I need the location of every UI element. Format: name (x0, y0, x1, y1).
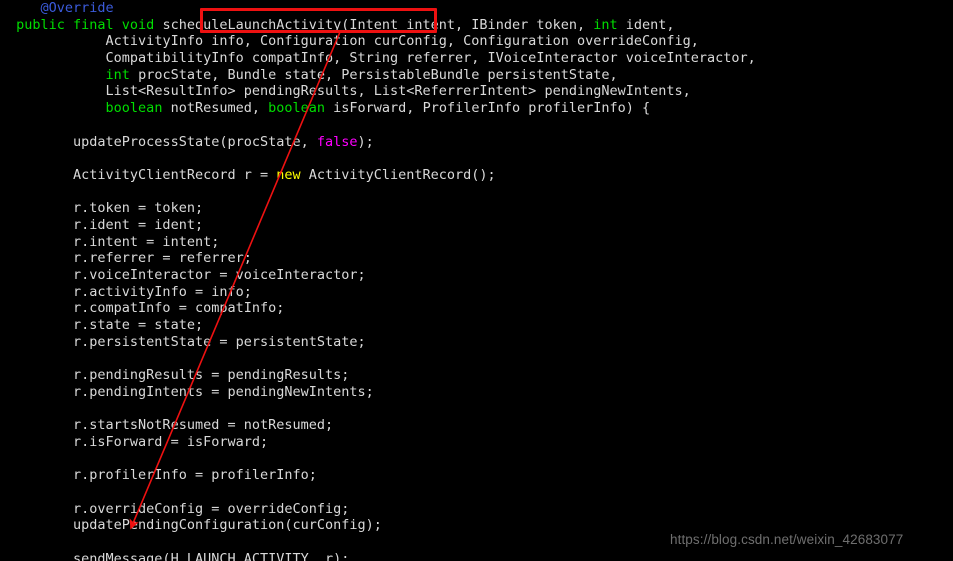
highlight-rectangle-annotation (200, 8, 437, 33)
code-token: notResumed, (162, 100, 269, 117)
code-screenshot: @Override public final void scheduleLaun… (0, 0, 953, 561)
code-token: CompatibilityInfo compatInfo, String ref… (105, 50, 756, 67)
code-token: sendMessage(H.LAUNCH_ACTIVITY, r); (73, 550, 350, 561)
code-token: List<ResultInfo> pendingResults, List<Re… (105, 83, 691, 100)
code-token: boolean (105, 100, 163, 117)
code-token: ident, (617, 16, 675, 33)
code-token: int (105, 66, 130, 83)
code-line: r.referrer = referrer; (0, 250, 953, 267)
code-token: int (593, 16, 618, 33)
code-token: r.isForward = isForward; (73, 433, 269, 450)
code-line: r.state = state; (0, 317, 953, 334)
code-line: int procState, Bundle state, Persistable… (0, 67, 953, 84)
code-token: updateProcessState(procState, (73, 133, 317, 150)
code-line: r.token = token; (0, 200, 953, 217)
code-token: procState, Bundle state, PersistableBund… (129, 66, 618, 83)
code-line: public final void scheduleLaunchActivity… (0, 17, 953, 34)
code-token: ActivityClientRecord(); (300, 166, 496, 183)
code-token: ActivityClientRecord r = (73, 166, 277, 183)
code-token: r.overrideConfig = overrideConfig; (73, 500, 350, 517)
code-token: isForward, ProfilerInfo profilerInfo) { (325, 100, 651, 117)
code-token: r.pendingResults = pendingResults; (73, 367, 350, 384)
code-token: new (276, 166, 301, 183)
code-line: r.pendingResults = pendingResults; (0, 367, 953, 384)
code-token: r.referrer = referrer; (73, 250, 252, 267)
code-token: r.persistentState = persistentState; (73, 333, 366, 350)
code-token: r.state = state; (73, 317, 204, 334)
code-line: r.isForward = isForward; (0, 434, 953, 451)
code-line: r.persistentState = persistentState; (0, 334, 953, 351)
code-line: @Override (0, 0, 953, 17)
code-line: CompatibilityInfo compatInfo, String ref… (0, 50, 953, 67)
code-line: ActivityClientRecord r = new ActivityCli… (0, 167, 953, 184)
code-line: sendMessage(H.LAUNCH_ACTIVITY, r); (0, 551, 953, 561)
code-token: updatePendingConfiguration(curConfig); (73, 517, 382, 534)
code-line: List<ResultInfo> pendingResults, List<Re… (0, 83, 953, 100)
code-token: r.ident = ident; (73, 216, 204, 233)
watermark-url: https://blog.csdn.net/weixin_42683077 (670, 532, 904, 547)
code-token: r.profilerInfo = profilerInfo; (73, 467, 317, 484)
source-code-view[interactable]: @Override public final void scheduleLaun… (0, 0, 953, 561)
code-token: false (316, 133, 358, 150)
code-token: r.startsNotResumed = notResumed; (73, 417, 334, 434)
code-token: boolean (268, 100, 326, 117)
code-token: r.pendingIntents = pendingNewIntents; (73, 383, 374, 400)
code-line: r.intent = intent; (0, 234, 953, 251)
code-line: r.startsNotResumed = notResumed; (0, 417, 953, 434)
code-line: boolean notResumed, boolean isForward, P… (0, 100, 953, 117)
code-token: r.compatInfo = compatInfo; (73, 300, 285, 317)
code-line: r.overrideConfig = overrideConfig; (0, 501, 953, 518)
code-token: r.intent = intent; (73, 233, 220, 250)
code-token: ); (357, 133, 374, 150)
code-token: r.token = token; (73, 200, 204, 217)
code-token: r.activityInfo = info; (73, 283, 252, 300)
code-line: r.activityInfo = info; (0, 284, 953, 301)
code-token: public final void (16, 16, 163, 33)
code-token: ActivityInfo info, Configuration curConf… (105, 33, 699, 50)
code-line: r.compatInfo = compatInfo; (0, 300, 953, 317)
code-line: updateProcessState(procState, false); (0, 134, 953, 151)
code-line: r.voiceInteractor = voiceInteractor; (0, 267, 953, 284)
code-line: r.pendingIntents = pendingNewIntents; (0, 384, 953, 401)
code-token: r.voiceInteractor = voiceInteractor; (73, 267, 366, 283)
code-line: ActivityInfo info, Configuration curConf… (0, 33, 953, 50)
code-line: r.ident = ident; (0, 217, 953, 234)
code-token: @Override (40, 0, 114, 16)
code-line: r.profilerInfo = profilerInfo; (0, 467, 953, 484)
